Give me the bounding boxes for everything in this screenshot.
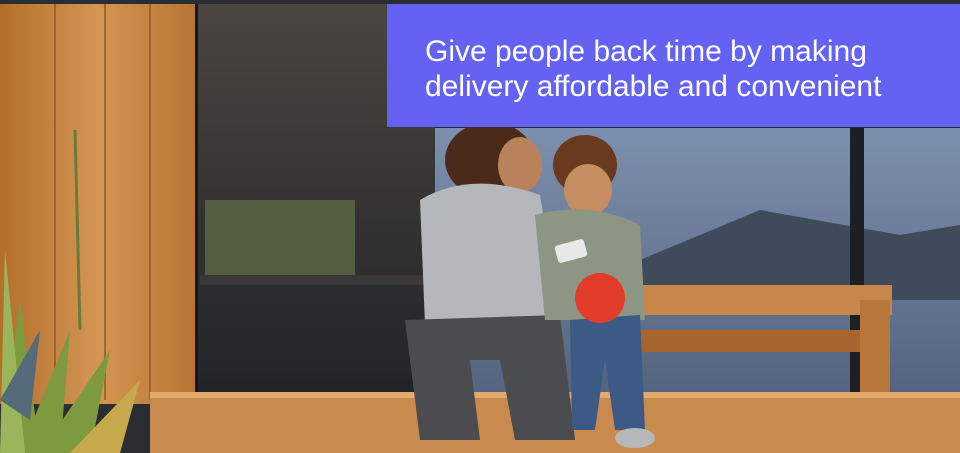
- interior-window: [205, 200, 355, 275]
- interior-shelf: [200, 275, 425, 285]
- headline-text: Give people back time by making delivery…: [425, 35, 882, 103]
- headline-callout: Give people back time by making delivery…: [387, 4, 960, 127]
- wooden-wall: [0, 4, 195, 404]
- bench-rail: [620, 330, 860, 352]
- slide-scene: Give people back time by making delivery…: [0, 0, 960, 453]
